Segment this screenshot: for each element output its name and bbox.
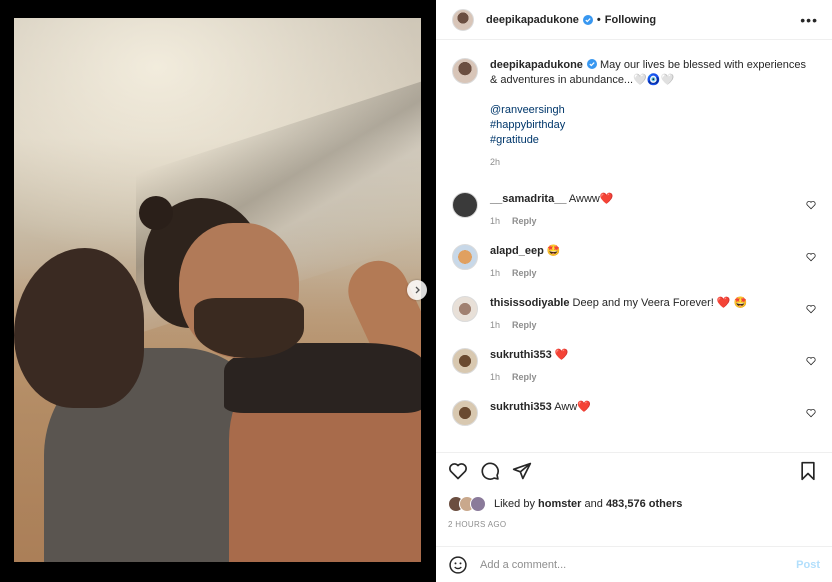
comment-icon[interactable] [480,461,500,481]
avatar[interactable] [452,296,478,322]
share-icon[interactable] [512,461,532,481]
heart-icon[interactable] [806,252,816,262]
following-button[interactable]: Following [605,14,656,26]
post-panel: deepikapadukone • Following ••• deepikap… [436,0,832,582]
comment-item: sukruthi353 Aww❤️ [452,400,818,426]
avatar[interactable] [452,244,478,270]
caption-hashtag[interactable]: #gratitude [490,133,810,148]
avatar [470,496,486,512]
comment-username[interactable]: alapd_eep [490,245,544,257]
photo-man-beard [194,298,304,358]
post-photo[interactable] [14,18,421,562]
post-button[interactable]: Post [796,559,820,571]
heart-icon[interactable] [806,200,816,210]
comment-text: 🤩 [546,245,561,257]
heart-icon[interactable] [806,356,816,366]
verified-badge-icon [586,59,597,69]
chevron-right-icon [415,286,420,294]
caption-username[interactable]: deepikapadukone [490,59,583,71]
post-media [0,0,436,582]
likes-summary: Liked by homster and 483,576 others [448,496,818,512]
heart-icon[interactable] [806,304,816,314]
liker-username[interactable]: homster [538,498,581,510]
comment-username[interactable]: sukruthi353 [490,401,552,413]
comment-text: Deep and my Veera Forever! ❤️ 🤩 [572,297,748,309]
comment-time: 1h [490,372,501,382]
emoji-icon[interactable] [448,555,468,575]
carousel-next-button[interactable] [407,280,427,300]
comment-item: alapd_eep 🤩 1h Reply [452,244,818,281]
liker-avatars [448,496,490,512]
post-header: deepikapadukone • Following ••• [436,0,832,40]
comment-text: Awww❤️ [568,193,614,205]
comment-text: Aww❤️ [554,401,591,413]
heart-icon[interactable] [448,461,468,481]
comment-time: 1h [490,320,501,330]
caption-mention[interactable]: @ranveersingh [490,103,810,118]
post-timestamp: 2 HOURS AGO [448,520,507,529]
reply-button[interactable]: Reply [512,372,537,382]
likes-count[interactable]: 483,576 others [606,498,682,510]
comment-time: 1h [490,268,501,278]
caption-body: deepikapadukone May our lives be blessed… [490,58,810,170]
comment-input[interactable] [480,558,797,571]
header-username[interactable]: deepikapadukone [486,14,579,26]
avatar[interactable] [452,8,474,31]
post-actions: Liked by homster and 483,576 others 2 HO… [436,452,832,529]
comment-time: 1h [490,216,501,226]
photo-man-bun [139,196,173,230]
reply-button[interactable]: Reply [512,320,537,330]
comment-username[interactable]: __samadrita__ [490,193,566,205]
comment-text: ❤️ [554,349,569,361]
reply-button[interactable]: Reply [512,268,537,278]
header-separator: • [596,13,601,26]
comment-item: __samadrita__ Awww❤️ 1h Reply [452,192,818,229]
action-icons [448,461,818,481]
caption-hashtag[interactable]: #happybirthday [490,118,810,133]
heart-icon[interactable] [806,408,816,418]
avatar[interactable] [452,192,478,218]
comment-item: thisissodiyable Deep and my Veera Foreve… [452,296,818,333]
comments-section[interactable]: deepikapadukone May our lives be blessed… [436,48,832,446]
verified-badge-icon [582,14,593,25]
comment-username[interactable]: sukruthi353 [490,349,552,361]
more-options-icon[interactable]: ••• [800,12,818,28]
comment-item: sukruthi353 ❤️ 1h Reply [452,348,818,385]
add-comment-bar: Post [436,546,832,582]
bookmark-icon[interactable] [798,461,818,481]
avatar[interactable] [452,58,478,84]
comment-username[interactable]: thisissodiyable [490,297,569,309]
avatar[interactable] [452,400,478,426]
avatar[interactable] [452,348,478,374]
caption-time: 2h [490,157,501,167]
reply-button[interactable]: Reply [512,216,537,226]
likes-text: Liked by homster and 483,576 others [494,498,683,510]
post-caption: deepikapadukone May our lives be blessed… [452,58,818,170]
